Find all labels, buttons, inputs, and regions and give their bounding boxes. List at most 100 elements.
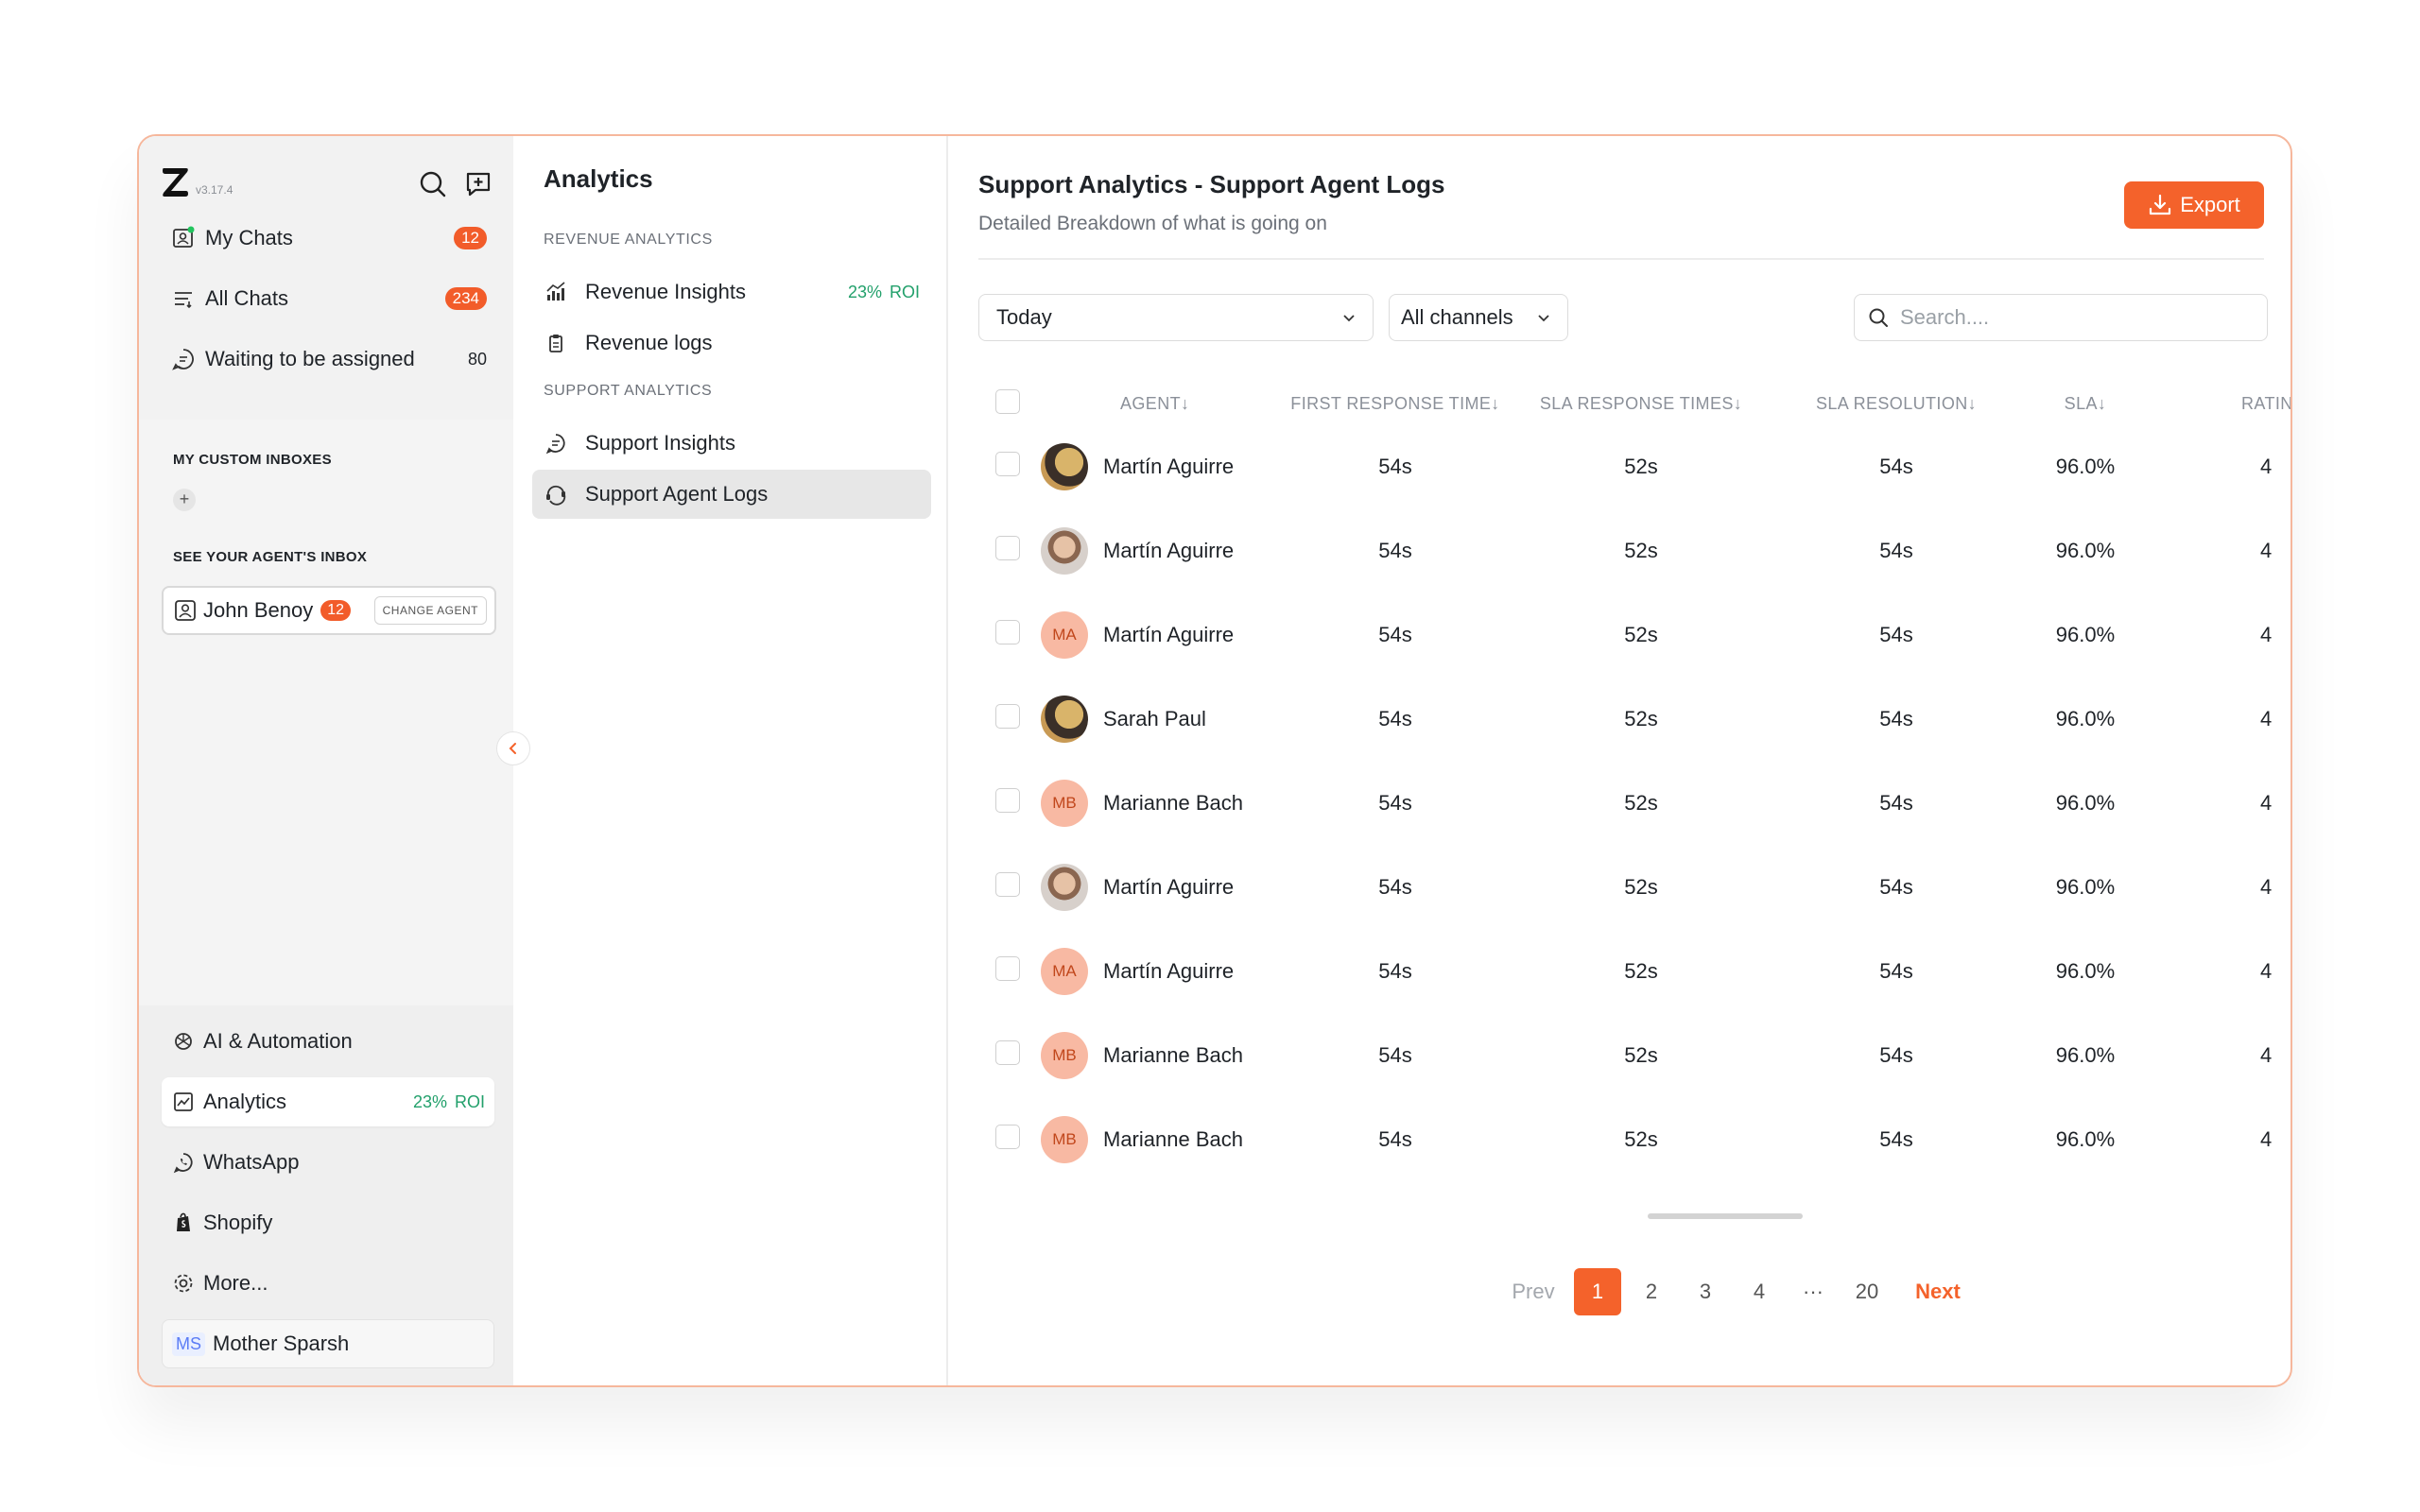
col-first-response[interactable]: FIRST RESPONSE TIME↓ (1287, 383, 1504, 424)
app-version: v3.17.4 (196, 183, 233, 197)
search-input[interactable]: Search.... (1854, 294, 2268, 341)
agent-cell: Martín Aguirre (1041, 508, 1287, 593)
table-row[interactable]: Sarah Paul 54s 52s 54s 96.0% 4 (978, 677, 2290, 761)
nav-all-chats[interactable]: All Chats 234 (139, 268, 513, 329)
collapse-sidebar-button[interactable] (496, 731, 530, 765)
header-divider (978, 258, 2264, 260)
date-filter[interactable]: Today (978, 294, 1374, 341)
row-checkbox[interactable] (995, 1124, 1020, 1149)
top-icons (419, 170, 493, 198)
user-profile[interactable]: MS Mother Sparsh (162, 1319, 494, 1368)
row-checkbox[interactable] (995, 1040, 1020, 1065)
nav-whatsapp[interactable]: WhatsApp (162, 1138, 494, 1187)
sla-response-cell: 52s (1624, 454, 1658, 478)
main-content: Support Analytics - Support Agent Logs D… (948, 136, 2290, 1385)
revenue-logs-label: Revenue logs (585, 331, 713, 354)
first-response-cell: 54s (1378, 790, 1412, 815)
rating-cell: 4 (2260, 874, 2273, 899)
first-response-cell: 54s (1378, 706, 1412, 730)
horizontal-scrollbar[interactable] (1648, 1213, 1803, 1219)
nav-analytics[interactable]: Analytics 23% ROI (162, 1077, 494, 1126)
sla-resolution-cell: 54s (1879, 622, 1913, 646)
page-2-button[interactable]: 2 (1628, 1268, 1675, 1315)
row-checkbox[interactable] (995, 871, 1020, 897)
col-sla-response[interactable]: SLA RESPONSE TIMES↓ (1504, 383, 1778, 424)
revenue-analytics-heading: REVENUE ANALYTICS (544, 232, 713, 248)
row-checkbox[interactable] (995, 535, 1020, 560)
nav-more[interactable]: More... (162, 1259, 494, 1308)
row-checkbox[interactable] (995, 787, 1020, 813)
table-row[interactable]: MA Martín Aguirre 54s 52s 54s 96.0% 4 (978, 929, 2290, 1013)
page-4-button[interactable]: 4 (1736, 1268, 1783, 1315)
rating-cell: 4 (2260, 706, 2273, 730)
change-agent-button[interactable]: CHANGE AGENT (373, 596, 487, 625)
nav-waiting[interactable]: Waiting to be assigned 80 (139, 329, 513, 389)
page-3-button[interactable]: 3 (1682, 1268, 1729, 1315)
analytics-roi-label: ROI (454, 1091, 485, 1111)
col-agent[interactable]: AGENT↓ (1041, 383, 1287, 424)
table-row[interactable]: MB Marianne Bach 54s 52s 54s 96.0% 4 (978, 1013, 2290, 1097)
next-page-button[interactable]: Next (1914, 1268, 1962, 1315)
agent-cell: MB Marianne Bach (1041, 1097, 1287, 1181)
agent-info: MB Marianne Bach (1041, 1031, 1287, 1079)
page-20-button[interactable]: 20 (1843, 1268, 1891, 1315)
agent-name: Sarah Paul (1103, 706, 1206, 730)
table-row[interactable]: Martín Aguirre 54s 52s 54s 96.0% 4 (978, 845, 2290, 929)
avatar: MB (1041, 779, 1088, 827)
table-row[interactable]: MA Martín Aguirre 54s 52s 54s 96.0% 4 (978, 593, 2290, 677)
row-checkbox[interactable] (995, 955, 1020, 981)
shopify-icon (171, 1211, 196, 1235)
search-placeholder: Search.... (1900, 305, 1990, 329)
nav-my-chats[interactable]: My Chats 12 (139, 208, 513, 268)
agent-name: Marianne Bach (1103, 1126, 1243, 1151)
support-analytics-heading: SUPPORT ANALYTICS (544, 383, 713, 399)
sort-down-icon: ↓ (2097, 393, 2107, 413)
agent-selector[interactable]: John Benoy 12 CHANGE AGENT (162, 586, 496, 635)
col-rating[interactable]: RATIN (2156, 383, 2290, 424)
prev-page-button[interactable]: Prev (1510, 1268, 1557, 1315)
table-row[interactable]: MB Marianne Bach 54s 52s 54s 96.0% 4 (978, 761, 2290, 845)
first-response-cell: 54s (1378, 1042, 1412, 1067)
add-inbox-button[interactable]: + (173, 489, 196, 511)
page-1-button[interactable]: 1 (1574, 1268, 1621, 1315)
sla-resolution-cell: 54s (1879, 1126, 1913, 1151)
menu-revenue-logs[interactable]: Revenue logs (532, 318, 931, 368)
menu-support-insights[interactable]: Support Insights (532, 419, 931, 468)
sla-resolution-cell: 54s (1879, 790, 1913, 815)
export-button[interactable]: Export (2124, 181, 2264, 229)
menu-support-agent-logs[interactable]: Support Agent Logs (532, 470, 931, 519)
col-sla-resolution-label: SLA RESOLUTION (1815, 393, 1968, 413)
row-checkbox[interactable] (995, 703, 1020, 729)
table-row[interactable]: MB Marianne Bach 54s 52s 54s 96.0% 4 (978, 1097, 2290, 1181)
rating-cell: 4 (2260, 622, 2273, 646)
first-response-cell: 54s (1378, 1126, 1412, 1151)
table-row[interactable]: Martín Aguirre 54s 52s 54s 96.0% 4 (978, 424, 2290, 508)
search-icon[interactable] (419, 170, 447, 198)
select-all-checkbox[interactable] (995, 388, 1020, 414)
nav-ai-automation[interactable]: AI & Automation (162, 1017, 494, 1066)
col-sla-resolution[interactable]: SLA RESOLUTION↓ (1778, 383, 2014, 424)
nav-shopify[interactable]: Shopify (162, 1198, 494, 1247)
menu-revenue-insights[interactable]: Revenue Insights 23% ROI (532, 267, 931, 317)
agent-logs-table: AGENT↓ FIRST RESPONSE TIME↓ SLA RESPONSE… (978, 383, 2290, 1181)
row-select-cell (978, 677, 1041, 761)
col-sla[interactable]: SLA↓ (2014, 383, 2156, 424)
first-response-cell: 54s (1378, 454, 1412, 478)
agent-cell: MA Martín Aguirre (1041, 929, 1287, 1013)
new-chat-icon[interactable] (464, 170, 493, 198)
analytics-menu-title: Analytics (544, 164, 653, 193)
agent-info: MB Marianne Bach (1041, 779, 1287, 827)
row-checkbox[interactable] (995, 619, 1020, 644)
agent-name: John Benoy (203, 598, 314, 622)
row-checkbox[interactable] (995, 451, 1020, 476)
channel-filter[interactable]: All channels (1389, 294, 1568, 341)
table-row[interactable]: Martín Aguirre 54s 52s 54s 96.0% 4 (978, 508, 2290, 593)
col-first-response-label: FIRST RESPONSE TIME (1290, 393, 1492, 413)
sla-resolution-cell: 54s (1879, 454, 1913, 478)
avatar: MB (1041, 1115, 1088, 1163)
agent-info: Martín Aguirre (1041, 442, 1287, 490)
row-select-cell (978, 508, 1041, 593)
sla-response-cell: 52s (1624, 538, 1658, 562)
agent-cell: Martín Aguirre (1041, 845, 1287, 929)
rating-cell: 4 (2260, 958, 2273, 983)
